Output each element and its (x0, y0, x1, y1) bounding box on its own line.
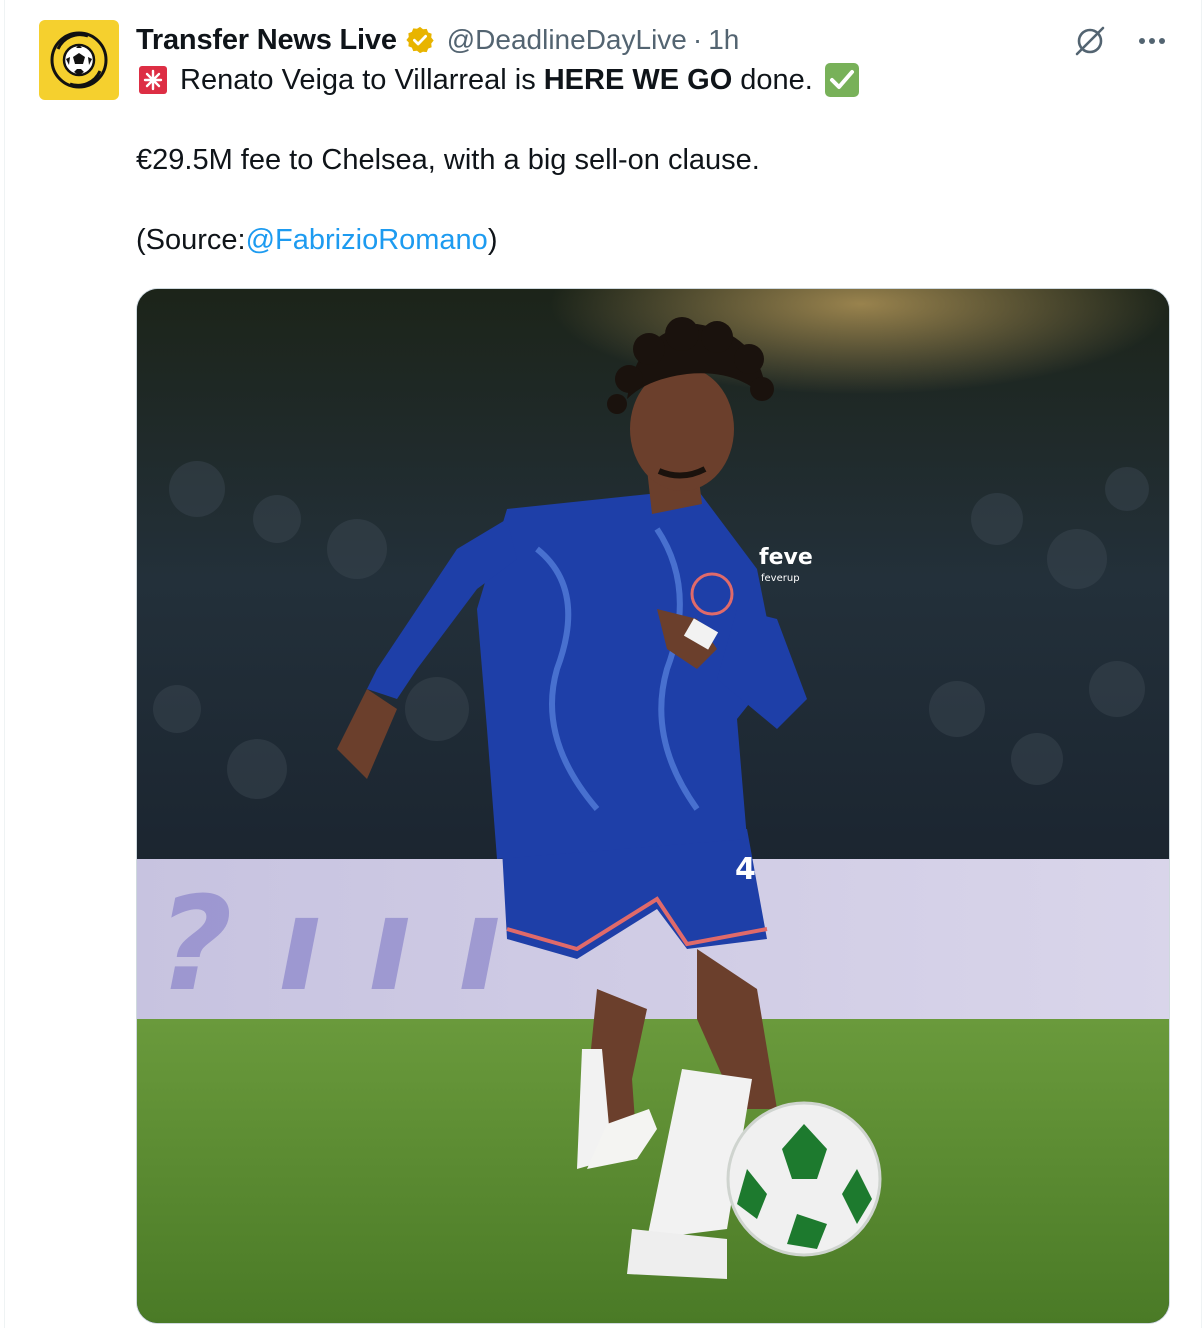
jersey-sponsor-small: feverup (761, 573, 800, 584)
tweet-line-3-prefix: (Source: (136, 224, 246, 256)
verified-badge-icon[interactable] (405, 25, 435, 55)
author-handle[interactable]: @DeadlineDayLive (447, 24, 687, 56)
mention-link[interactable]: @FabrizioRomano (246, 220, 488, 260)
tweet-line-1-bold: HERE WE GO (543, 64, 733, 96)
separator-dot: · (692, 24, 703, 55)
tweet-line-1-suffix: done. (740, 64, 813, 96)
check-mark-icon (823, 61, 861, 99)
avatar[interactable] (39, 20, 119, 100)
shorts-number: 4 (735, 852, 756, 887)
tweet-card[interactable]: Transfer News Live @DeadlineDayLive · 1h (4, 0, 1202, 1328)
tweet-media-photo[interactable]: ? ı ı ı feve feverup 4 (136, 288, 1170, 1324)
footballer-photo: ? ı ı ı feve feverup 4 (137, 289, 1169, 1323)
tweet-text: Renato Veiga to Villarreal is HERE WE GO… (136, 60, 1166, 260)
tweet-actions-top (1071, 22, 1171, 60)
tweet-line-3: (Source: @FabrizioRomano ) (136, 220, 1166, 260)
more-options-icon[interactable] (1133, 22, 1171, 60)
tweet-line-1-prefix: Renato Veiga to Villarreal is (180, 64, 536, 96)
tweet-line-3-suffix: ) (487, 224, 498, 256)
display-name[interactable]: Transfer News Live (136, 24, 397, 57)
tweet-header: Transfer News Live @DeadlineDayLive · 1h (136, 20, 739, 60)
svg-text:? ı ı ı: ? ı ı ı (157, 868, 502, 1020)
grok-icon[interactable] (1071, 22, 1109, 60)
football-logo-icon (50, 31, 108, 89)
siren-icon (136, 63, 170, 97)
tweet-line-1: Renato Veiga to Villarreal is HERE WE GO… (136, 60, 1166, 100)
tweet-line-2: €29.5M fee to Chelsea, with a big sell-o… (136, 144, 760, 176)
jersey-sponsor: feve (759, 545, 813, 570)
timestamp[interactable]: 1h (708, 24, 739, 56)
